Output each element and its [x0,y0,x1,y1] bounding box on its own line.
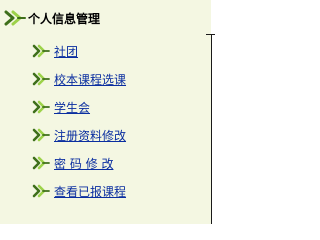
menu-item-view-registered-courses[interactable]: 查看已报课程 [32,177,207,205]
menu-item-edit-registration[interactable]: 注册资料修改 [32,121,207,149]
section-title: 个人信息管理 [28,11,101,26]
double-chevron-icon [32,184,50,198]
sidebar-panel: 个人信息管理 社团 校本课程选课 学生会 注册资料修改 密 码 修 改 查看已报… [0,0,211,224]
menu-item-change-password[interactable]: 密 码 修 改 [32,149,207,177]
panel-corner-divider [206,34,215,35]
menu-link-student-union[interactable]: 学生会 [54,99,90,116]
double-chevron-icon [4,10,26,26]
panel-border-divider [211,34,212,224]
menu-item-student-union[interactable]: 学生会 [32,93,207,121]
menu-list: 社团 校本课程选课 学生会 注册资料修改 密 码 修 改 查看已报课程 [32,37,207,205]
double-chevron-icon [32,100,50,114]
menu-link-course-selection[interactable]: 校本课程选课 [54,71,126,88]
double-chevron-icon [32,156,50,170]
menu-link-edit-registration[interactable]: 注册资料修改 [54,127,126,144]
double-chevron-icon [32,72,50,86]
double-chevron-icon [32,128,50,142]
menu-link-change-password[interactable]: 密 码 修 改 [54,155,113,172]
menu-link-club[interactable]: 社团 [54,43,78,60]
double-chevron-icon [32,44,50,58]
menu-item-club[interactable]: 社团 [32,37,207,65]
menu-item-course-selection[interactable]: 校本课程选课 [32,65,207,93]
menu-link-view-registered-courses[interactable]: 查看已报课程 [54,183,126,200]
section-header: 个人信息管理 [4,8,100,28]
